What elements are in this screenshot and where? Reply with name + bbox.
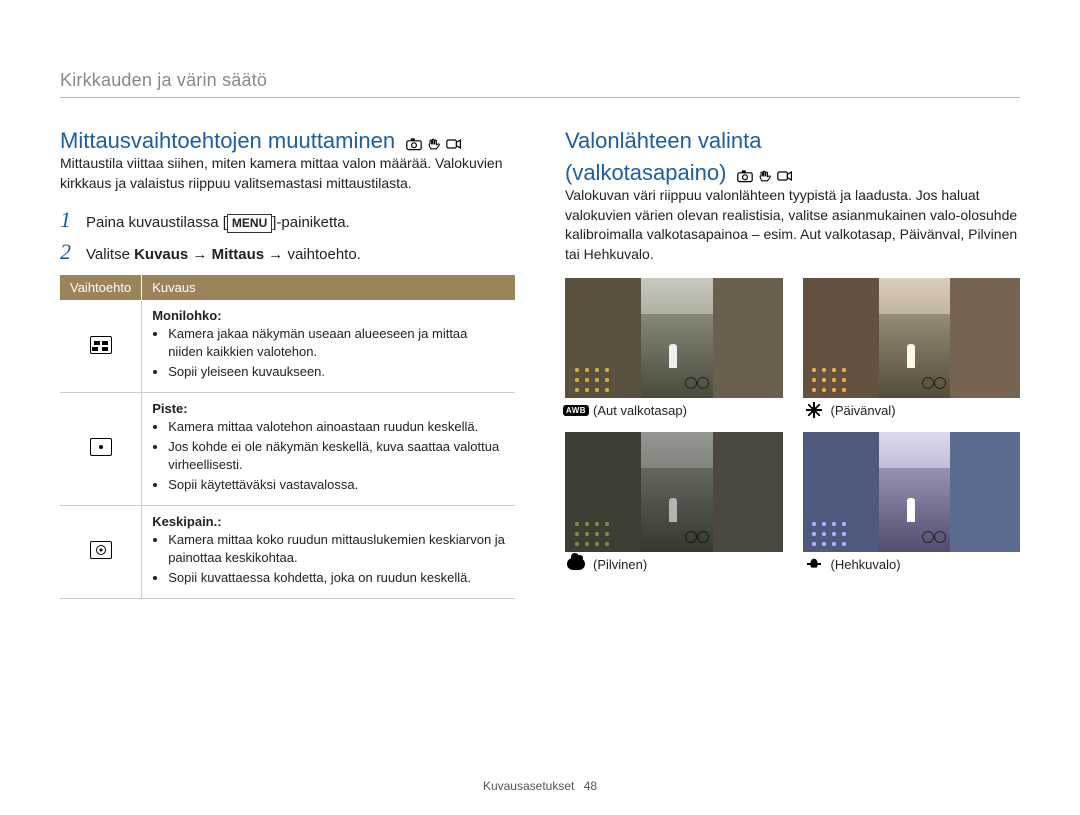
awb-icon: AWB — [565, 402, 587, 418]
right-column: Valonlähteen valinta (valkotasapaino) Va… — [565, 128, 1020, 599]
wb-item-awb: AWB (Aut valkotasap) — [565, 278, 783, 418]
step-1-pre: Paina kuvaustilassa [ — [86, 214, 227, 231]
left-title-row: Mittausvaihtoehtojen muuttaminen — [60, 128, 515, 154]
bulb-icon — [803, 556, 825, 572]
wb-label-text: (Hehkuvalo) — [831, 557, 901, 572]
opt-bullet: Jos kohde ei ole näkymän keskellä, kuva … — [168, 438, 505, 473]
step-1-number: 1 — [60, 207, 76, 233]
opt-name: Keskipain.: — [152, 514, 505, 529]
opt-bullet: Kamera jakaa näkymän useaan alueeseen ja… — [168, 325, 505, 360]
step-1-text: Paina kuvaustilassa [MENU]-painiketta. — [86, 212, 350, 233]
footer-page-number: 48 — [584, 779, 597, 793]
multi-metering-desc: Monilohko: Kamera jakaa näkymän useaan a… — [142, 300, 515, 392]
right-section-title-1: Valonlähteen valinta — [565, 128, 1020, 154]
sun-icon — [803, 402, 825, 418]
options-col2-header: Kuvaus — [142, 275, 515, 300]
cloud-icon — [565, 556, 587, 572]
wb-sample-cloudy — [565, 432, 783, 552]
options-col1-header: Vaihtoehto — [60, 275, 142, 300]
wb-label-cloudy: (Pilvinen) — [565, 556, 783, 572]
menu-button-label: MENU — [227, 214, 272, 233]
wb-sample-awb — [565, 278, 783, 398]
page-header: Kirkkauden ja värin säätö — [60, 70, 1020, 98]
wb-item-daylight: (Päivänval) — [803, 278, 1021, 418]
wb-label-tungsten: (Hehkuvalo) — [803, 556, 1021, 572]
mode-icons-right — [737, 169, 793, 183]
step-1: 1 Paina kuvaustilassa [MENU]-painiketta. — [60, 207, 515, 233]
left-column: Mittausvaihtoehtojen muuttaminen Mittaus… — [60, 128, 515, 599]
wb-label-daylight: (Päivänval) — [803, 402, 1021, 418]
video-mode-icon — [446, 137, 462, 151]
left-section-title: Mittausvaihtoehtojen muuttaminen — [60, 128, 395, 153]
center-metering-icon-cell — [60, 506, 142, 599]
wb-label-text: (Aut valkotasap) — [593, 403, 687, 418]
opt-bullet: Kamera mittaa koko ruudun mittauslukemie… — [168, 531, 505, 566]
step-2-prefix: Valitse — [86, 246, 134, 263]
step-2-arrow2: → vaihtoehto. — [264, 246, 361, 263]
right-section-title-2: (valkotasapaino) — [565, 160, 726, 185]
right-intro-text: Valokuvan väri riippuu valonlähteen tyyp… — [565, 186, 1020, 264]
opt-name: Piste: — [152, 401, 505, 416]
center-metering-icon — [90, 541, 112, 559]
step-2-bold1: Kuvaus — [134, 246, 188, 263]
opt-bullet: Sopii käytettäväksi vastavalossa. — [168, 476, 505, 494]
step-2-text: Valitse Kuvaus → Mittaus → vaihtoehto. — [86, 244, 361, 265]
content-columns: Mittausvaihtoehtojen muuttaminen Mittaus… — [60, 128, 1020, 599]
spot-metering-icon — [90, 438, 112, 456]
spot-metering-desc: Piste: Kamera mittaa valotehon ainoastaa… — [142, 392, 515, 505]
table-row: Monilohko: Kamera jakaa näkymän useaan a… — [60, 300, 515, 392]
video-mode-icon — [777, 169, 793, 183]
wb-sample-daylight — [803, 278, 1021, 398]
step-2-number: 2 — [60, 239, 76, 265]
mode-icons — [406, 137, 462, 151]
wb-label-awb: AWB (Aut valkotasap) — [565, 402, 783, 418]
step-2-arrow1: → — [188, 246, 211, 263]
left-intro-text: Mittaustila viittaa siihen, miten kamera… — [60, 154, 515, 193]
camera-mode-icon — [406, 137, 422, 151]
page-footer: Kuvausasetukset 48 — [0, 779, 1080, 793]
wb-sample-tungsten — [803, 432, 1021, 552]
wb-label-text: (Pilvinen) — [593, 557, 647, 572]
wb-label-text: (Päivänval) — [831, 403, 896, 418]
right-title-row: Valonlähteen valinta (valkotasapaino) — [565, 128, 1020, 186]
spot-metering-icon-cell — [60, 392, 142, 505]
step-2-bold2: Mittaus — [212, 246, 265, 263]
multi-metering-icon — [90, 336, 112, 354]
options-table: Vaihtoehto Kuvaus Monilohko: Kamera jaka… — [60, 275, 515, 598]
opt-name: Monilohko: — [152, 308, 505, 323]
step-2: 2 Valitse Kuvaus → Mittaus → vaihtoehto. — [60, 239, 515, 265]
center-metering-desc: Keskipain.: Kamera mittaa koko ruudun mi… — [142, 506, 515, 599]
wb-item-cloudy: (Pilvinen) — [565, 432, 783, 572]
hand-mode-icon — [426, 137, 442, 151]
camera-mode-icon — [737, 169, 753, 183]
step-1-post: ]-painiketta. — [272, 214, 350, 231]
multi-metering-icon-cell — [60, 300, 142, 392]
opt-bullet: Kamera mittaa valotehon ainoastaan ruudu… — [168, 418, 505, 436]
wb-item-tungsten: (Hehkuvalo) — [803, 432, 1021, 572]
opt-bullet: Sopii yleiseen kuvaukseen. — [168, 363, 505, 381]
table-row: Keskipain.: Kamera mittaa koko ruudun mi… — [60, 506, 515, 599]
awb-badge-text: AWB — [563, 405, 589, 416]
hand-mode-icon — [757, 169, 773, 183]
opt-bullet: Sopii kuvattaessa kohdetta, joka on ruud… — [168, 569, 505, 587]
table-row: Piste: Kamera mittaa valotehon ainoastaa… — [60, 392, 515, 505]
footer-section: Kuvausasetukset — [483, 779, 574, 793]
white-balance-grid: AWB (Aut valkotasap) (Päivänval) — [565, 278, 1020, 572]
